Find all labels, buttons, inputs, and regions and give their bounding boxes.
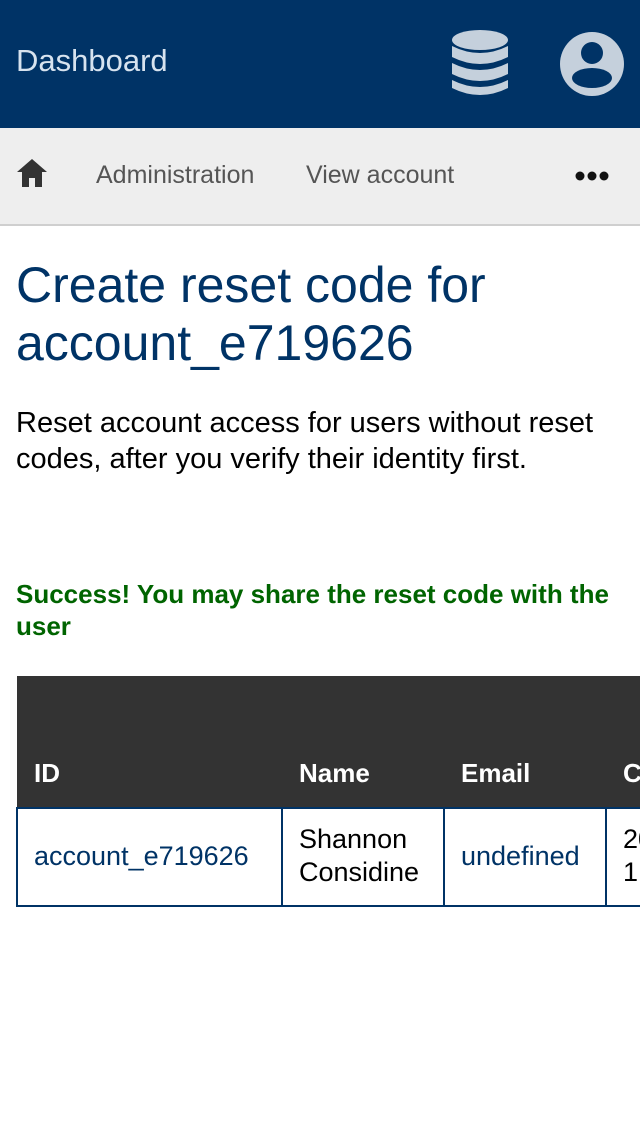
- nav-item-view-account[interactable]: View account: [306, 158, 454, 192]
- extra-line-1: 20: [623, 824, 640, 854]
- column-header-id: ID: [17, 676, 282, 808]
- dashboard-link[interactable]: Dashboard: [16, 42, 168, 80]
- top-header: Dashboard: [0, 0, 640, 128]
- name-first: Shannon: [299, 824, 408, 854]
- cell-extra: 20 1:: [605, 807, 640, 907]
- email-link[interactable]: undefined: [461, 841, 580, 871]
- home-link[interactable]: [14, 156, 50, 192]
- extra-line-2: 1:: [623, 857, 640, 887]
- database-icon: [452, 30, 508, 95]
- table-row: account_e719626 Shannon Considine undefi…: [16, 807, 640, 907]
- home-icon: [17, 159, 47, 187]
- column-header-name: Name: [282, 676, 444, 808]
- account-button[interactable]: [556, 28, 628, 100]
- intro-text: Reset account access for users without r…: [16, 407, 594, 475]
- account-circle-icon: [560, 32, 624, 96]
- more-menu-button[interactable]: [568, 162, 616, 190]
- account-table: ID Name Email C account_e719626 Shannon …: [16, 676, 640, 907]
- account-id-link[interactable]: account_e719626: [34, 841, 249, 871]
- more-horizontal-icon: [575, 171, 609, 181]
- cell-name: Shannon Considine: [281, 807, 445, 907]
- table-header-row: ID Name Email C: [17, 676, 640, 808]
- account-table-container[interactable]: ID Name Email C account_e719626 Shannon …: [16, 676, 640, 908]
- page-title-line: Create reset code for: [16, 257, 486, 313]
- nav-item-administration[interactable]: Administration: [96, 158, 254, 192]
- cell-id: account_e719626: [16, 807, 283, 907]
- page-title-account: account_e719626: [16, 315, 414, 371]
- column-header-extra: C: [606, 676, 640, 808]
- name-last: Considine: [299, 857, 420, 887]
- breadcrumb-nav: Administration View account: [0, 128, 640, 226]
- page-title: Create reset code for account_e719626: [16, 256, 626, 372]
- success-message: Success! You may share the reset code wi…: [16, 579, 609, 641]
- cell-email: undefined: [443, 807, 607, 907]
- column-header-email: Email: [444, 676, 606, 808]
- database-button[interactable]: [444, 26, 516, 102]
